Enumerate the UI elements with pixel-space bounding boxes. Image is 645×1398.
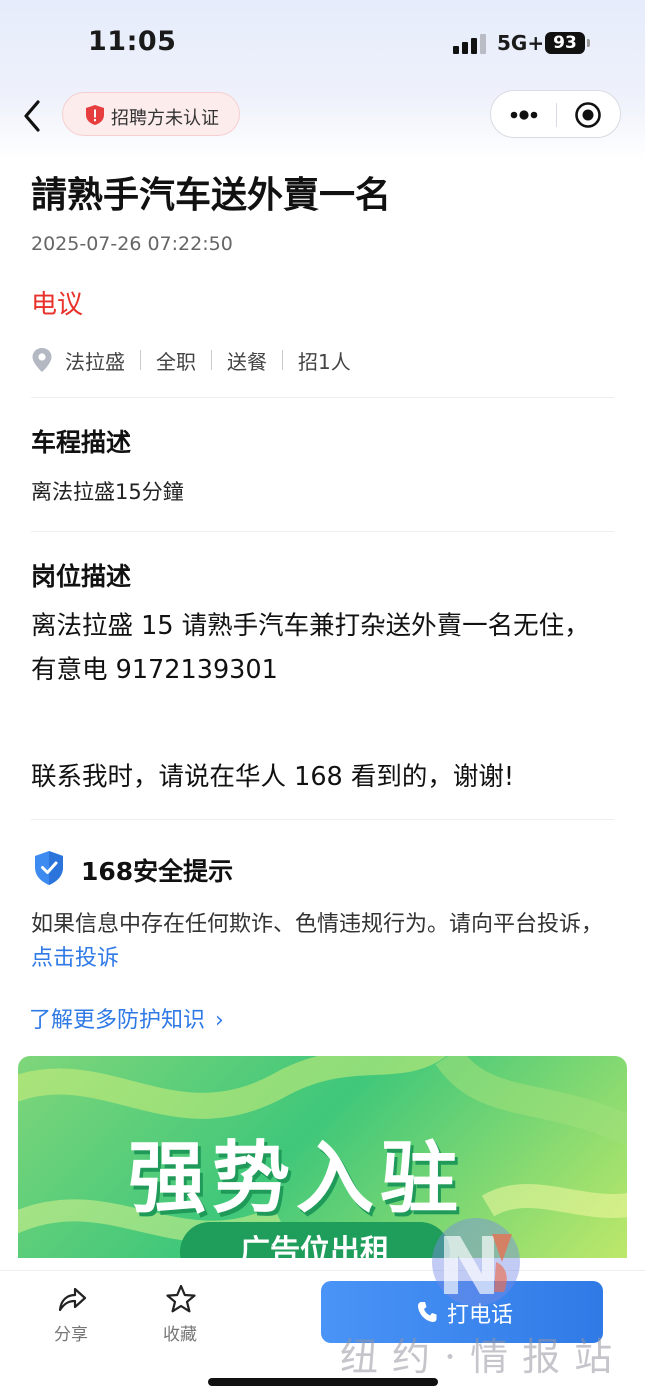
watermark-text: 纽约·情报站 [340,1335,627,1379]
share-icon[interactable] [57,1284,87,1314]
ad-banner[interactable]: 强势入驻 广告位出租 [18,1056,627,1258]
tag-location: 法拉盛 [65,349,125,374]
unverified-badge[interactable]: 招聘方未认证 [62,92,240,136]
status-time: 11:05 [88,26,177,57]
more-icon[interactable] [507,103,541,127]
tag-divider [140,350,141,370]
learn-more-label: 了解更多防护知识 [29,1008,206,1033]
description-heading: 岗位描述 [31,562,132,591]
commute-text: 离法拉盛15分鐘 [31,480,184,504]
safety-text: 如果信息中存在任何欺诈、色情违规行为。请向平台投诉， 点击投诉 [31,908,621,976]
battery-tip [587,39,590,47]
star-icon[interactable] [166,1284,196,1314]
signal-icon [453,34,489,54]
miniapp-capsule [490,90,621,138]
safety-shield-icon [35,851,63,885]
close-miniapp-icon[interactable] [574,101,602,129]
home-indicator [208,1378,438,1386]
watermark-logo [432,1218,520,1306]
divider [31,819,614,820]
divider [31,531,614,532]
share-label[interactable]: 分享 [54,1320,88,1345]
favorite-label[interactable]: 收藏 [163,1320,197,1345]
status-bar: 11:05 5G+ 93 [0,0,645,80]
banner-subtitle: 广告位出租 [180,1222,450,1258]
chevron-left-icon [24,100,40,132]
job-tags: 法拉盛 全职 送餐 招1人 [31,344,351,376]
safety-body: 如果信息中存在任何欺诈、色情违规行为。请向平台投诉， [31,912,604,937]
network-type: 5G+ [497,31,545,55]
salary: 电议 [31,290,84,320]
divider [31,397,614,398]
tag-divider [211,350,212,370]
contact-note: 联系我时，请说在华人 168 看到的，谢谢! [31,762,515,792]
description-text: 离法拉盛 15 请熟手汽车兼打杂送外賣一名无住，有意电 9172139301 [31,611,590,685]
safety-title: 168安全提示 [81,857,234,886]
commute-heading: 车程描述 [31,428,132,457]
location-pin-icon [32,348,52,372]
tag-headcount: 招1人 [298,349,351,374]
battery-icon: 93 [545,32,585,54]
shield-alert-icon [86,105,104,125]
tag-type: 全职 [156,349,196,374]
back-button[interactable] [20,96,50,136]
unverified-label: 招聘方未认证 [111,108,219,129]
banner-title: 强势入驻 [128,1134,465,1224]
tag-divider [282,350,283,370]
report-link[interactable]: 点击投诉 [31,946,119,971]
learn-more-link[interactable]: 了解更多防护知识 › [29,1002,224,1034]
tag-category: 送餐 [227,349,267,374]
job-title: 請熟手汽车送外賣一名 [31,175,392,216]
chevron-right-icon: › [215,1008,224,1033]
capsule-divider [556,103,557,127]
post-date: 2025-07-26 07:22:50 [31,233,233,255]
